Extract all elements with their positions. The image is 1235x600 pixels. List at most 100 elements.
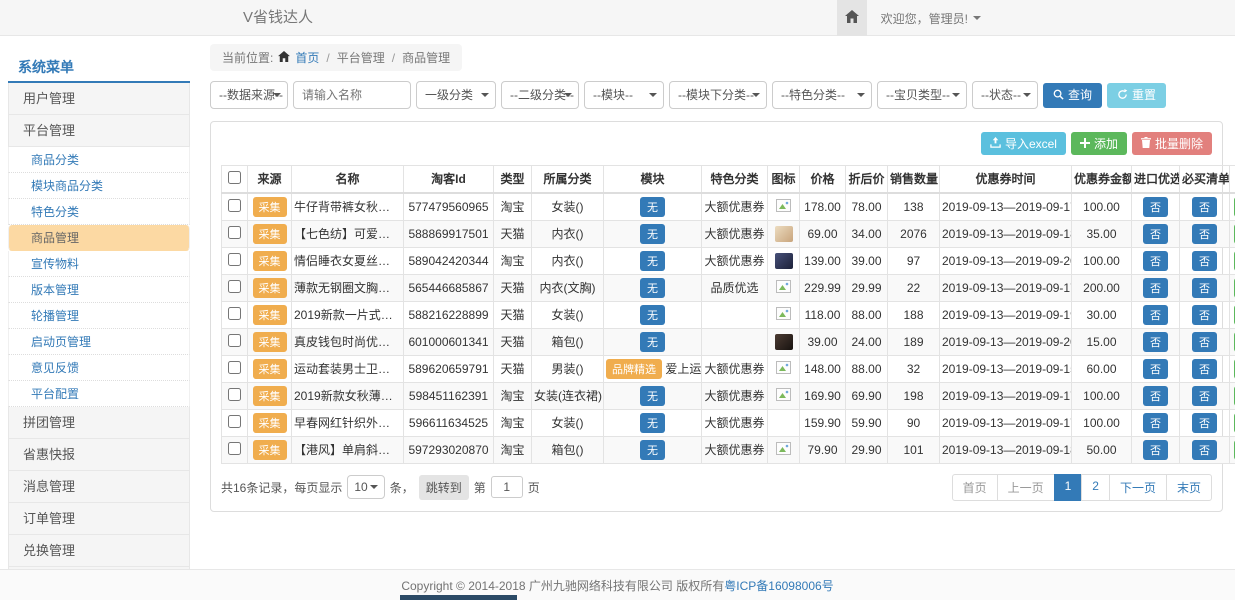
sidebar-item-拼团管理[interactable]: 拼团管理	[8, 407, 190, 439]
sidebar-item-平台配置[interactable]: 平台配置	[8, 381, 190, 407]
sidebar-item-版本管理[interactable]: 版本管理	[8, 277, 190, 303]
must-buy-toggle[interactable]: 否	[1192, 197, 1217, 217]
name-search-input[interactable]	[293, 81, 411, 109]
icp-link[interactable]: 粤ICP备16098006号	[724, 577, 833, 594]
row-checkbox[interactable]	[228, 253, 241, 266]
sidebar-item-商品管理[interactable]: 商品管理	[8, 225, 190, 251]
batch-delete-button[interactable]: 批量删除	[1132, 132, 1212, 155]
import-flag-toggle[interactable]: 否	[1143, 278, 1168, 298]
column-header-优惠券金额: 优惠券金额	[1072, 166, 1132, 193]
must-buy-toggle[interactable]: 否	[1192, 305, 1217, 325]
filter-select-1[interactable]: --二级分类--	[501, 81, 579, 109]
filter-select-4[interactable]: --特色分类--	[772, 81, 872, 109]
import-flag-toggle[interactable]: 否	[1143, 413, 1168, 433]
column-header-销售数量: 销售数量	[888, 166, 940, 193]
import-flag-toggle[interactable]: 否	[1143, 359, 1168, 379]
filter-select-5[interactable]: --宝贝类型--	[877, 81, 967, 109]
jump-button[interactable]: 跳转到	[419, 475, 469, 500]
sidebar-menu: 用户管理平台管理商品分类模块商品分类特色分类商品管理宣传物料版本管理轮播管理启动…	[8, 83, 190, 599]
sidebar-item-意见反馈[interactable]: 意见反馈	[8, 355, 190, 381]
page-button-首页[interactable]: 首页	[952, 474, 998, 501]
row-checkbox[interactable]	[228, 361, 241, 374]
feature-cell: 大额优惠券	[702, 436, 768, 463]
import-flag-cell: 否	[1132, 328, 1180, 355]
home-button[interactable]	[837, 0, 867, 36]
module-toggle[interactable]: 无	[640, 332, 665, 352]
module-toggle[interactable]: 无	[640, 440, 665, 460]
module-toggle[interactable]: 无	[640, 305, 665, 325]
add-button[interactable]: 添加	[1071, 132, 1127, 155]
page-button-下一页[interactable]: 下一页	[1109, 474, 1167, 501]
sidebar-item-兑换管理[interactable]: 兑换管理	[8, 535, 190, 567]
filter-select-6[interactable]: --状态--	[972, 81, 1038, 109]
page-button-2[interactable]: 2	[1081, 474, 1110, 501]
select-all-checkbox[interactable]	[228, 171, 241, 184]
price-cell: 69.00	[800, 220, 846, 247]
page-button-末页[interactable]: 末页	[1166, 474, 1212, 501]
must-buy-toggle[interactable]: 否	[1192, 251, 1217, 271]
row-checkbox[interactable]	[228, 442, 241, 455]
row-checkbox[interactable]	[228, 388, 241, 401]
sidebar-item-平台管理[interactable]: 平台管理	[8, 115, 190, 147]
row-checkbox[interactable]	[228, 307, 241, 320]
sidebar-item-消息管理[interactable]: 消息管理	[8, 471, 190, 503]
name-cell-wrap: 情侣睡衣女夏丝绸男士...	[292, 247, 404, 274]
module-toggle[interactable]: 无	[640, 197, 665, 217]
sidebar-item-商品分类[interactable]: 商品分类	[8, 147, 190, 173]
user-menu[interactable]: 欢迎您，管理员!	[867, 0, 995, 36]
must-buy-toggle[interactable]: 否	[1192, 224, 1217, 244]
caret-down-icon	[857, 93, 865, 97]
sidebar-item-宣传物料[interactable]: 宣传物料	[8, 251, 190, 277]
icon-cell	[768, 355, 800, 382]
reset-button[interactable]: 重置	[1107, 83, 1166, 108]
per-page-select[interactable]: 10	[347, 475, 384, 499]
breadcrumb-home-link[interactable]: 首页	[295, 49, 319, 66]
sidebar-item-省惠快报[interactable]: 省惠快报	[8, 439, 190, 471]
row-checkbox[interactable]	[228, 226, 241, 239]
must-buy-toggle[interactable]: 否	[1192, 278, 1217, 298]
import-flag-toggle[interactable]: 否	[1143, 386, 1168, 406]
source-badge: 采集	[253, 251, 287, 271]
page-button-1[interactable]: 1	[1054, 474, 1083, 501]
must-buy-toggle[interactable]: 否	[1192, 359, 1217, 379]
import-flag-toggle[interactable]: 否	[1143, 440, 1168, 460]
row-checkbox[interactable]	[228, 199, 241, 212]
row-checkbox[interactable]	[228, 334, 241, 347]
sidebar-item-轮播管理[interactable]: 轮播管理	[8, 303, 190, 329]
module-badge: 品牌精选	[606, 359, 662, 379]
import-flag-toggle[interactable]: 否	[1143, 224, 1168, 244]
must-buy-toggle[interactable]: 否	[1192, 413, 1217, 433]
jump-page-input[interactable]	[491, 476, 523, 498]
import-excel-button[interactable]: 导入excel	[981, 132, 1066, 155]
copyright-text: Copyright © 2014-2018 广州九驰网络科技有限公司 版权所有	[401, 577, 724, 594]
row-checkbox[interactable]	[228, 415, 241, 428]
filter-select-3[interactable]: --模块下分类--	[669, 81, 767, 109]
filter-select-source[interactable]: --数据来源--	[210, 81, 288, 109]
sidebar-item-订单管理[interactable]: 订单管理	[8, 503, 190, 535]
module-toggle[interactable]: 无	[640, 386, 665, 406]
import-flag-toggle[interactable]: 否	[1143, 197, 1168, 217]
sidebar-item-启动页管理[interactable]: 启动页管理	[8, 329, 190, 355]
module-toggle[interactable]: 无	[640, 278, 665, 298]
sidebar-item-特色分类[interactable]: 特色分类	[8, 199, 190, 225]
search-button[interactable]: 查询	[1043, 83, 1102, 108]
module-toggle[interactable]: 无	[640, 251, 665, 271]
price-cell: 139.00	[800, 247, 846, 274]
module-toggle[interactable]: 无	[640, 224, 665, 244]
module-toggle[interactable]: 无	[640, 413, 665, 433]
import-flag-toggle[interactable]: 否	[1143, 332, 1168, 352]
sidebar-item-用户管理[interactable]: 用户管理	[8, 83, 190, 115]
import-flag-toggle[interactable]: 否	[1143, 305, 1168, 325]
must-buy-toggle[interactable]: 否	[1192, 386, 1217, 406]
price-cell: 148.00	[800, 355, 846, 382]
must-buy-toggle[interactable]: 否	[1192, 332, 1217, 352]
row-checkbox[interactable]	[228, 280, 241, 293]
must-buy-toggle[interactable]: 否	[1192, 440, 1217, 460]
filter-select-0[interactable]: 一级分类	[416, 81, 496, 109]
breadcrumb-separator: /	[324, 51, 331, 65]
import-flag-toggle[interactable]: 否	[1143, 251, 1168, 271]
filter-select-2[interactable]: --模块--	[584, 81, 664, 109]
sidebar-item-模块商品分类[interactable]: 模块商品分类	[8, 173, 190, 199]
page-button-上一页[interactable]: 上一页	[997, 474, 1055, 501]
coupon-amount-cell: 35.00	[1072, 220, 1132, 247]
